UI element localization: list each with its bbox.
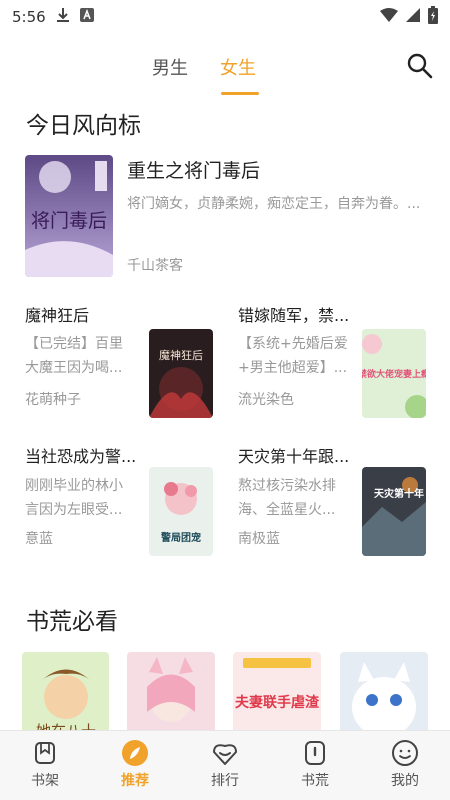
nav-label: 推荐 [121,773,149,789]
featured-book-author: 千山茶客 [127,258,183,274]
book-cover[interactable]: 魔神狂后 [149,329,213,418]
book-author: 南极蓝 [238,531,280,547]
cover-title: 她在八十 [36,722,96,730]
signal-icon [406,8,420,26]
cover-title: 天灾第十年 [374,487,424,500]
book-cover[interactable] [340,652,428,730]
active-tab-indicator [221,92,259,95]
battery-icon [428,6,438,28]
ranking-icon [213,744,237,765]
book-description: 【已完结】百里大魔王因为喝... [25,336,123,376]
bookshelf-icon [35,742,55,764]
status-time: 5:56 [12,8,46,26]
book-cover[interactable] [127,652,215,730]
section-title-must-read: 书荒必看 [26,609,118,635]
top-nav: 男生 女生 [0,34,450,100]
book-author: 意蓝 [25,531,53,547]
book-title: 错嫁随军，禁... [238,306,350,325]
book-description: 【系统+先婚后爱+男主他超爱】... [238,336,348,376]
book-cover[interactable]: 禁欲大佬宠妻上瘾 [362,329,426,418]
nav-label: 我的 [391,773,419,789]
nav-bookshelf[interactable]: 书架 [15,739,75,790]
wifi-icon [380,8,398,26]
tab-male[interactable]: 男生 [152,54,188,80]
download-icon [56,7,70,27]
book-title: 魔神狂后 [25,306,90,325]
cover-title: 警局团宠 [160,531,201,544]
book-cover[interactable]: 警局团宠 [149,467,213,556]
book-author: 流光染色 [238,392,294,408]
book-cover[interactable]: 夫妻联手虐渣 [233,652,321,730]
featured-book-description: 将门嫡女，贞静柔婉，痴恋定王，自奔为眷。... [127,196,421,212]
book-cover[interactable]: 将门毒后 [25,155,113,277]
status-bar: 5:56 [0,0,450,34]
nav-label: 书架 [31,773,59,789]
search-button[interactable] [406,52,434,80]
app-notification-icon [79,8,94,26]
cover-title: 夫妻联手虐渣 [235,694,320,711]
profile-icon [392,740,418,766]
main-content: 今日风向标 将门毒后 重生之将门毒后 将门嫡女，贞静柔婉，痴恋定王，自奔为眷。.… [0,100,450,730]
recommend-icon [122,740,148,766]
book-description: 熬过核污染水排海、全蓝星火... [238,478,336,518]
nav-book-famine[interactable]: 书荒 [285,739,345,790]
book-title: 当社恐成为警... [25,447,137,466]
nav-label: 书荒 [301,773,329,789]
bottom-nav: 书架 推荐 排行 书荒 我的 [0,730,450,800]
featured-book-title: 重生之将门毒后 [127,160,261,182]
book-cover[interactable]: 天灾第十年 [362,467,426,556]
cover-title: 魔神狂后 [159,348,203,362]
book-author: 花萌种子 [25,392,81,408]
nav-ranking[interactable]: 排行 [195,739,255,790]
search-icon [407,53,433,79]
cover-title: 将门毒后 [31,210,107,232]
cover-title: 禁欲大佬宠妻上瘾 [362,368,426,380]
book-title: 天灾第十年跟... [238,447,350,466]
tab-female[interactable]: 女生 [220,54,256,80]
nav-label: 排行 [211,773,239,789]
book-cover[interactable]: 她在八十 [22,652,109,730]
nav-profile[interactable]: 我的 [375,739,435,790]
nav-recommend[interactable]: 推荐 [105,739,165,790]
book-description: 刚刚毕业的林小言因为左眼受... [25,478,123,518]
book-famine-icon [305,741,325,765]
section-title-today: 今日风向标 [26,113,141,139]
